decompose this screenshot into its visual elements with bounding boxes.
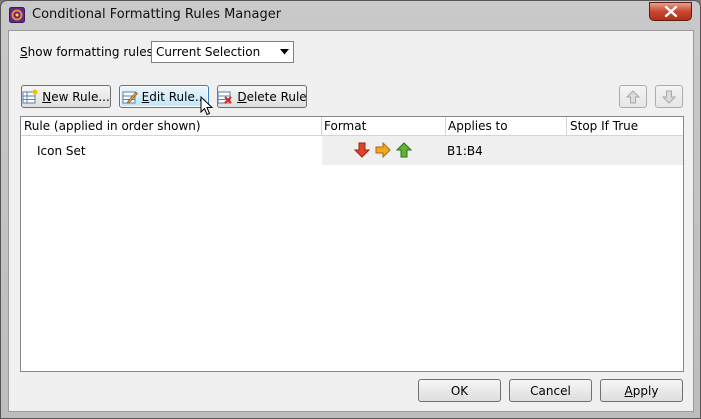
red-down-arrow-icon — [354, 142, 370, 158]
cancel-button[interactable]: Cancel — [509, 379, 592, 402]
column-header-stop-if-true[interactable]: Stop If True — [570, 119, 638, 133]
column-header-format[interactable]: Format — [324, 119, 366, 133]
icon-set-preview — [354, 142, 412, 158]
move-up-button[interactable] — [619, 85, 647, 108]
delete-rule-icon — [217, 89, 233, 105]
chevron-down-icon — [280, 49, 289, 55]
table-row[interactable]: Icon Set B1:B4 — [21, 136, 683, 165]
applies-to-range: B1:B4 — [447, 144, 483, 158]
column-header-applies-to[interactable]: Applies to — [448, 119, 508, 133]
arrow-down-icon — [662, 90, 676, 104]
green-up-arrow-icon — [396, 142, 412, 158]
delete-rule-button[interactable]: Delete Rule — [217, 85, 307, 108]
dialog-window: Conditional Formatting Rules Manager Sho… — [0, 0, 701, 419]
edit-rule-icon — [122, 89, 138, 105]
close-icon — [664, 6, 678, 17]
app-icon — [9, 7, 25, 23]
column-header-rule[interactable]: Rule (applied in order shown) — [24, 119, 201, 133]
rule-name: Icon Set — [37, 144, 86, 158]
dialog-client-area: Show formatting rules for: Current Selec… — [8, 30, 694, 412]
window-title: Conditional Formatting Rules Manager — [32, 7, 282, 22]
close-button[interactable] — [649, 2, 692, 21]
show-rules-select-value: Current Selection — [156, 45, 261, 59]
edit-rule-button[interactable]: Edit Rule... — [119, 85, 209, 108]
apply-button[interactable]: Apply — [600, 379, 683, 402]
title-bar[interactable]: Conditional Formatting Rules Manager — [1, 1, 700, 29]
stop-if-true-cell — [566, 136, 683, 165]
mouse-cursor-icon — [200, 96, 214, 116]
orange-right-arrow-icon — [375, 142, 391, 158]
new-rule-icon — [22, 89, 38, 105]
column-divider[interactable] — [321, 117, 322, 135]
ok-button[interactable]: OK — [418, 379, 501, 402]
column-divider[interactable] — [566, 117, 567, 135]
rules-table: Rule (applied in order shown) Format App… — [20, 116, 684, 372]
table-header: Rule (applied in order shown) Format App… — [21, 117, 683, 136]
column-divider[interactable] — [445, 117, 446, 135]
show-rules-select[interactable]: Current Selection — [151, 41, 294, 63]
arrow-up-icon — [626, 89, 640, 103]
move-down-button[interactable] — [655, 85, 683, 108]
new-rule-button[interactable]: New Rule... — [21, 85, 111, 108]
